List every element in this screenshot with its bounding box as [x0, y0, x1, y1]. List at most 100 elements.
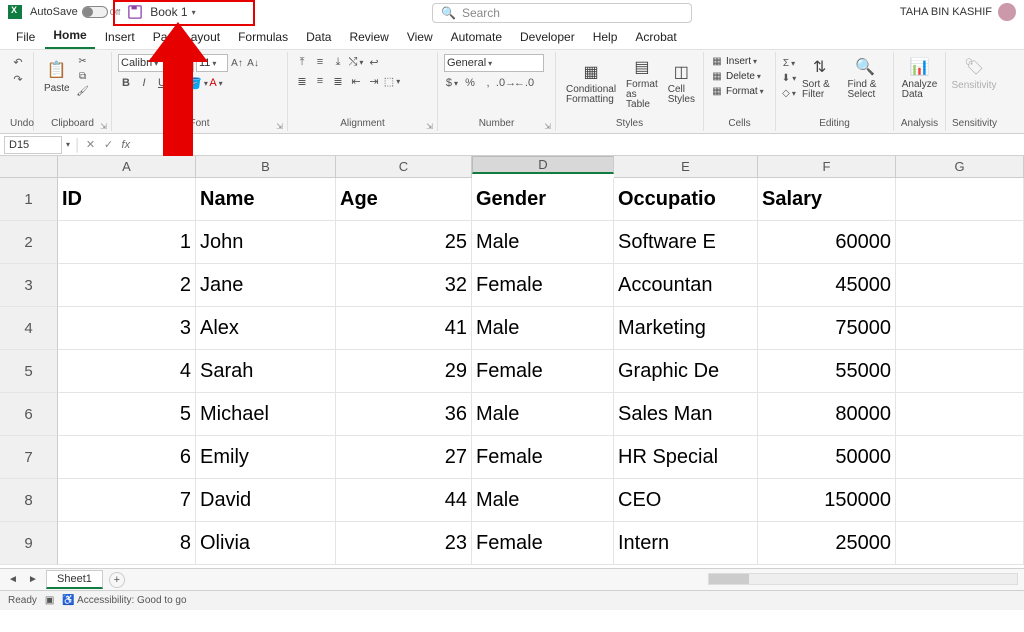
decrease-indent-icon[interactable]: ⇤ — [348, 73, 364, 89]
cell[interactable]: HR Special — [614, 436, 758, 479]
cell[interactable]: ID — [58, 178, 196, 221]
cell[interactable]: 55000 — [758, 350, 896, 393]
format-painter-icon[interactable]: 🖌 — [76, 84, 90, 98]
copy-icon[interactable]: ⧉ — [76, 69, 90, 83]
row-header-5[interactable]: 5 — [0, 350, 58, 393]
cell[interactable]: Salary — [758, 178, 896, 221]
cell[interactable] — [896, 479, 1024, 522]
cell[interactable]: 25000 — [758, 522, 896, 565]
toggle-icon[interactable] — [82, 6, 108, 18]
row-header-6[interactable]: 6 — [0, 393, 58, 436]
cells-area[interactable]: IDNameAgeGenderOccupatioSalary1John25Mal… — [58, 178, 1024, 565]
column-header-C[interactable]: C — [336, 156, 472, 178]
insert-cells-button[interactable]: Insert — [726, 56, 751, 67]
column-header-E[interactable]: E — [614, 156, 758, 178]
delete-cells-icon[interactable]: ▦ — [710, 69, 724, 83]
row-header-4[interactable]: 4 — [0, 307, 58, 350]
decrease-font-icon[interactable]: A↓ — [246, 56, 260, 70]
cell[interactable]: Gender — [472, 178, 614, 221]
cell[interactable] — [896, 178, 1024, 221]
tab-formulas[interactable]: Formulas — [230, 26, 296, 49]
user-account[interactable]: TAHA BIN KASHIF — [900, 3, 1016, 21]
cell[interactable]: Male — [472, 221, 614, 264]
orientation-icon[interactable]: ⤭ — [348, 54, 364, 70]
cell[interactable]: Olivia — [196, 522, 336, 565]
namebox-dropdown-icon[interactable]: ▾ — [66, 140, 70, 149]
cell[interactable]: Graphic De — [614, 350, 758, 393]
clear-icon[interactable]: ◇ — [782, 86, 796, 100]
cell[interactable]: Jane — [196, 264, 336, 307]
cell[interactable]: 25 — [336, 221, 472, 264]
cell[interactable] — [896, 393, 1024, 436]
cell[interactable]: David — [196, 479, 336, 522]
row-header-8[interactable]: 8 — [0, 479, 58, 522]
tab-view[interactable]: View — [399, 26, 441, 49]
align-center-icon[interactable]: ≡ — [312, 73, 328, 89]
cell[interactable]: 4 — [58, 350, 196, 393]
cell[interactable]: 32 — [336, 264, 472, 307]
cell[interactable]: 36 — [336, 393, 472, 436]
cell[interactable]: John — [196, 221, 336, 264]
cell[interactable]: Male — [472, 479, 614, 522]
decrease-decimal-icon[interactable]: ←.0 — [516, 75, 532, 91]
cell[interactable]: 41 — [336, 307, 472, 350]
cell[interactable]: 75000 — [758, 307, 896, 350]
undo-icon[interactable]: ↶ — [10, 54, 26, 70]
tab-home[interactable]: Home — [45, 24, 94, 49]
align-right-icon[interactable]: ≣ — [330, 73, 346, 89]
cell[interactable]: Intern — [614, 522, 758, 565]
comma-format-icon[interactable]: , — [480, 75, 496, 91]
delete-cells-button[interactable]: Delete — [726, 71, 755, 82]
cell[interactable]: Age — [336, 178, 472, 221]
cut-icon[interactable]: ✂ — [76, 54, 90, 68]
cell[interactable] — [896, 436, 1024, 479]
cell[interactable]: 80000 — [758, 393, 896, 436]
sheet-nav-next-icon[interactable]: ► — [26, 573, 40, 587]
align-top-icon[interactable]: ⤒ — [294, 54, 310, 70]
cell[interactable]: 2 — [58, 264, 196, 307]
formula-input[interactable] — [134, 136, 1024, 154]
format-as-table-button[interactable]: ▤Format as Table — [622, 54, 662, 112]
increase-decimal-icon[interactable]: .0→ — [498, 75, 514, 91]
cell[interactable]: 23 — [336, 522, 472, 565]
row-header-3[interactable]: 3 — [0, 264, 58, 307]
horizontal-scrollbar[interactable] — [708, 573, 1018, 585]
search-input[interactable]: 🔍 Search — [432, 3, 692, 23]
sort-filter-button[interactable]: ⇅Sort & Filter — [798, 54, 842, 102]
tab-data[interactable]: Data — [298, 26, 339, 49]
paste-button[interactable]: 📋 Paste — [40, 57, 74, 96]
percent-format-icon[interactable]: % — [462, 75, 478, 91]
cell[interactable]: Female — [472, 522, 614, 565]
cell[interactable]: 44 — [336, 479, 472, 522]
align-left-icon[interactable]: ≣ — [294, 73, 310, 89]
row-header-1[interactable]: 1 — [0, 178, 58, 221]
cell[interactable] — [896, 307, 1024, 350]
cell[interactable]: 50000 — [758, 436, 896, 479]
cell[interactable]: Female — [472, 264, 614, 307]
bold-icon[interactable]: B — [118, 75, 134, 91]
cell[interactable]: Male — [472, 393, 614, 436]
column-header-D[interactable]: D — [472, 156, 614, 174]
increase-font-icon[interactable]: A↑ — [230, 56, 244, 70]
cell[interactable]: 27 — [336, 436, 472, 479]
cell[interactable]: Michael — [196, 393, 336, 436]
column-header-F[interactable]: F — [758, 156, 896, 178]
row-header-7[interactable]: 7 — [0, 436, 58, 479]
cell[interactable]: Female — [472, 436, 614, 479]
select-all-corner[interactable] — [0, 156, 58, 178]
find-select-button[interactable]: 🔍Find & Select — [844, 54, 888, 102]
increase-indent-icon[interactable]: ⇥ — [366, 73, 382, 89]
cell[interactable]: CEO — [614, 479, 758, 522]
sheet-nav-prev-icon[interactable]: ◄ — [6, 573, 20, 587]
spreadsheet-grid[interactable]: ABCDEFG 123456789 IDNameAgeGenderOccupat… — [0, 156, 1024, 568]
tab-acrobat[interactable]: Acrobat — [627, 26, 684, 49]
cell[interactable]: Sarah — [196, 350, 336, 393]
cancel-formula-icon[interactable]: ✕ — [83, 137, 99, 153]
column-header-A[interactable]: A — [58, 156, 196, 178]
analyze-data-button[interactable]: 📊Analyze Data — [900, 54, 939, 102]
cell[interactable]: Emily — [196, 436, 336, 479]
tab-insert[interactable]: Insert — [97, 26, 143, 49]
merge-icon[interactable]: ⬚ — [384, 73, 400, 89]
cell[interactable]: Name — [196, 178, 336, 221]
font-color-icon[interactable]: A — [208, 75, 224, 91]
